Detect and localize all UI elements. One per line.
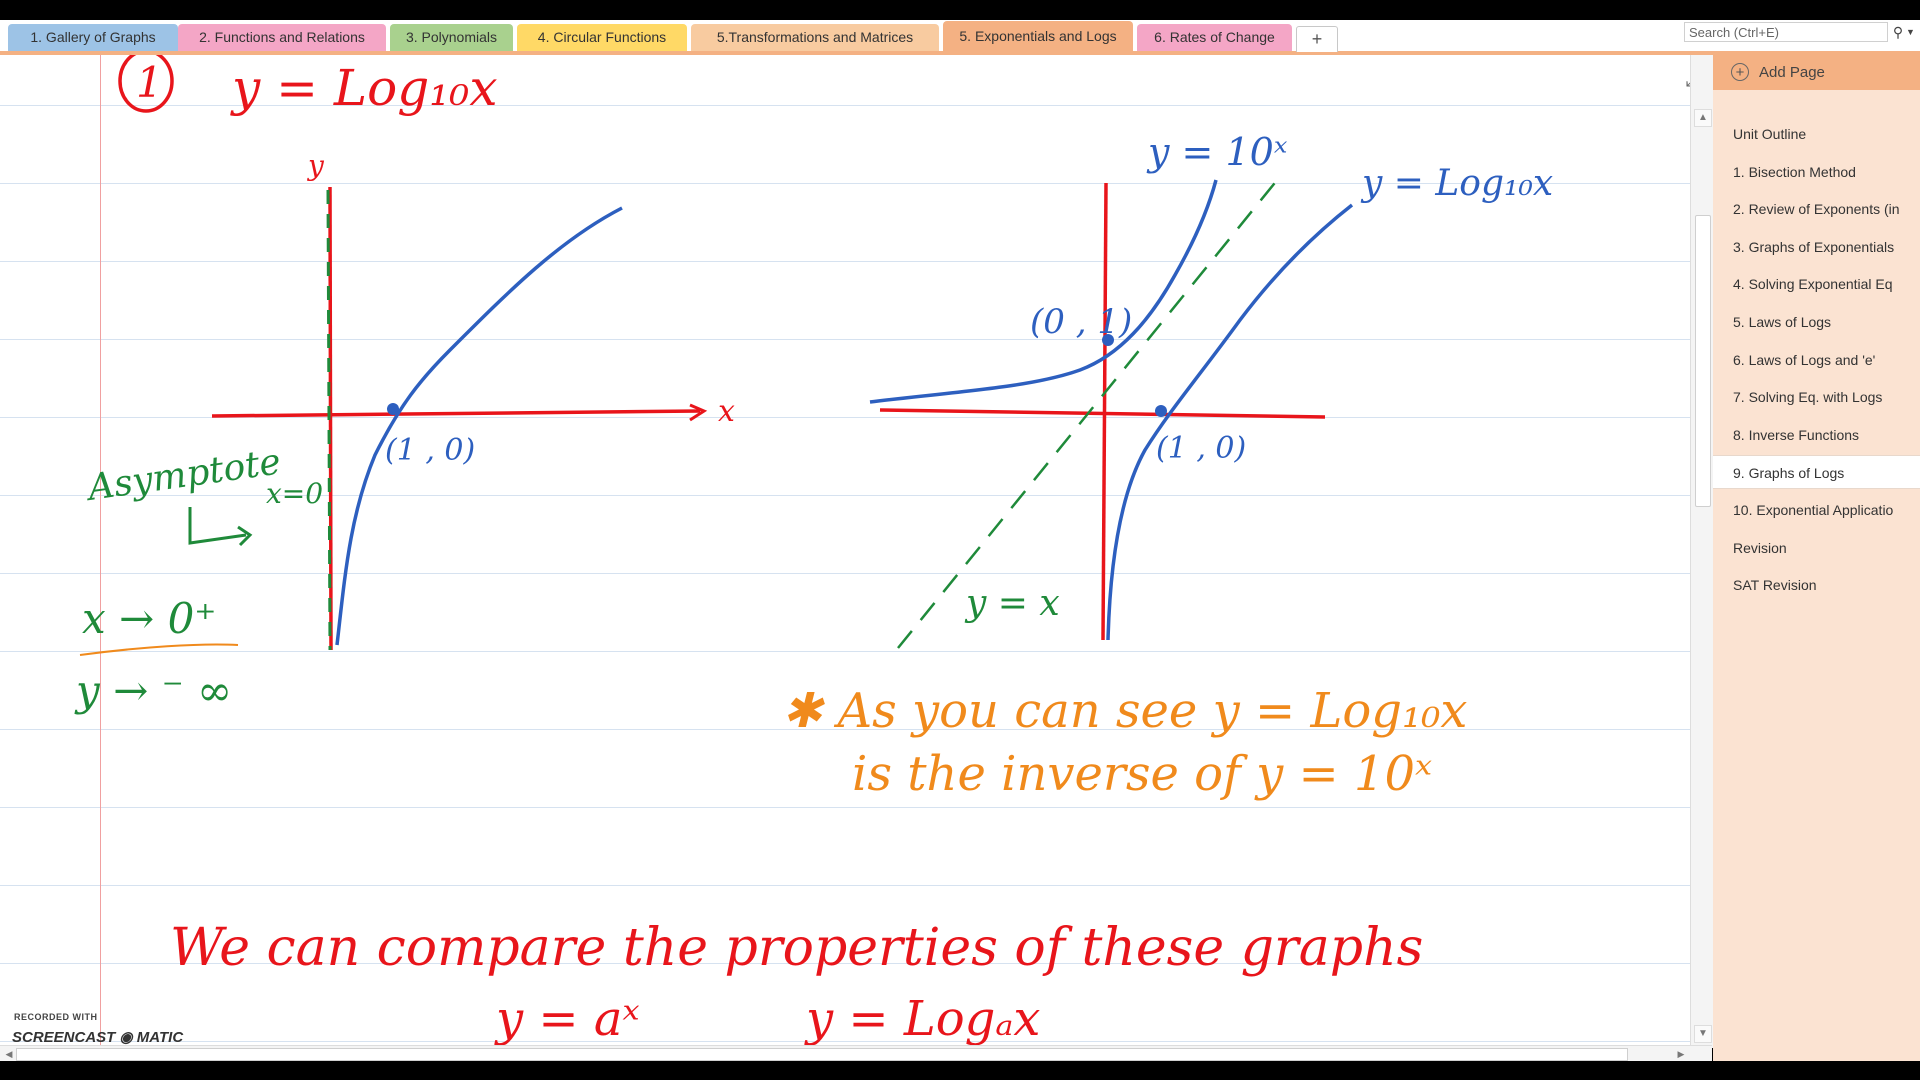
x-axis: [211, 409, 701, 418]
watermark-caption: RECORDED WITH: [14, 1012, 98, 1022]
section-tab-6[interactable]: 5. Exponentials and Logs: [943, 21, 1133, 52]
recorder-watermark: RECORDED WITH SCREENCAST ◉ MATIC: [12, 1008, 212, 1048]
y-axis-label: y: [306, 149, 325, 182]
watermark-logo: SCREENCAST ◉ MATIC: [12, 1029, 184, 1046]
title-equation: y = Log₁₀x: [230, 59, 498, 117]
section-tab-2[interactable]: 2. Functions and Relations: [178, 24, 386, 51]
page-item[interactable]: SAT Revision: [1713, 568, 1920, 602]
page-item[interactable]: 3. Graphs of Exponentials: [1713, 230, 1920, 264]
x-axis-label: x: [718, 394, 735, 429]
page-item[interactable]: 5. Laws of Logs: [1713, 305, 1920, 339]
compare-sentence: We can compare the properties of these g…: [170, 918, 1423, 978]
handwritten-ink-layer: 1 y = Log₁₀x x y (1 , 0) Asymptote x=0 x…: [74, 55, 1553, 1047]
point-1-0-right: [1155, 405, 1167, 417]
point-label-0-1: (0 , 1): [1030, 302, 1132, 342]
compare-equation-exp: y = aˣ: [494, 991, 640, 1047]
onenote-window: 1. Gallery of Graphs 2. Functions and Rel…: [0, 0, 1920, 1080]
scroll-right-icon[interactable]: ▶: [1674, 1047, 1688, 1061]
page-item[interactable]: 1. Bisection Method: [1713, 155, 1920, 189]
page-item[interactable]: 2. Review of Exponents (in: [1713, 192, 1920, 226]
scroll-up-icon[interactable]: ▲: [1694, 109, 1712, 127]
search-input[interactable]: Search (Ctrl+E): [1684, 22, 1888, 42]
horizontal-scroll-thumb[interactable]: [16, 1048, 1628, 1061]
page-list-panel: + Add Page Unit Outline 1. Bisection Meth…: [1713, 55, 1920, 1061]
line-y-equals-x: [897, 178, 1279, 649]
title-bar: [0, 0, 1920, 20]
page-item[interactable]: 4. Solving Exponential Eq: [1713, 267, 1920, 301]
asymptote-arrow: [188, 507, 247, 545]
page-item[interactable]: 7. Solving Eq. with Logs: [1713, 380, 1920, 414]
remark-line-1: ✱ As you can see y = Log₁₀x: [782, 683, 1468, 739]
right-y-axis: [1101, 182, 1108, 641]
page-item[interactable]: 8. Inverse Functions: [1713, 418, 1920, 452]
right-log-curve: [1106, 203, 1354, 641]
log-curve: [335, 206, 623, 646]
underline-mark: [79, 643, 239, 656]
asymptote-label: Asymptote: [83, 441, 284, 509]
bottom-bar: [0, 1061, 1920, 1080]
add-page-button[interactable]: + Add Page: [1713, 55, 1920, 90]
line-label: y = x: [964, 583, 1060, 624]
log-curve-label: y = Log₁₀x: [1360, 163, 1553, 204]
search-icon[interactable]: ⚲: [1888, 22, 1908, 42]
point-label-1-0: (1 , 0): [385, 433, 475, 468]
section-tab-4[interactable]: 4. Circular Functions: [517, 24, 687, 51]
exp-curve-label: y = 10ˣ: [1146, 130, 1288, 174]
point-label-1-0-right: (1 , 0): [1156, 431, 1246, 466]
horizontal-scrollbar[interactable]: ◀ ▶: [0, 1045, 1712, 1062]
scroll-left-icon[interactable]: ◀: [2, 1047, 16, 1061]
section-tab-1[interactable]: 1. Gallery of Graphs: [8, 24, 178, 51]
compare-equation-log: y = Logₐx: [804, 991, 1040, 1047]
search-scope-dropdown-icon[interactable]: ▼: [1906, 22, 1918, 42]
page-item[interactable]: 10. Exponential Applicatio: [1713, 493, 1920, 527]
add-page-label: Add Page: [1759, 64, 1825, 81]
scroll-down-icon[interactable]: ▼: [1694, 1025, 1712, 1043]
plus-circle-icon: +: [1731, 63, 1749, 81]
circled-number: 1: [136, 58, 163, 107]
vertical-scroll-thumb[interactable]: [1695, 215, 1711, 507]
section-tab-3[interactable]: 3. Polynomials: [390, 24, 513, 51]
limit-y: y → ⁻ ∞: [74, 666, 232, 715]
asymptote-equation: x=0: [266, 477, 323, 510]
section-tab-5[interactable]: 5.Transformations and Matrices: [691, 24, 939, 51]
section-tab-7[interactable]: 6. Rates of Change: [1137, 24, 1292, 51]
remark-line-2: is the inverse of y = 10ˣ: [852, 746, 1432, 802]
page-item[interactable]: 6. Laws of Logs and 'e': [1713, 343, 1920, 377]
exp-curve: [869, 179, 1218, 404]
page-item[interactable]: 9. Graphs of Logs: [1713, 455, 1920, 490]
point-1-0: [387, 403, 399, 415]
page-item[interactable]: Revision: [1713, 531, 1920, 565]
right-x-axis: [879, 408, 1326, 419]
note-page-canvas[interactable]: 1 y = Log₁₀x x y (1 , 0) Asymptote x=0 x…: [0, 55, 1690, 1048]
limit-x: x → 0⁺: [82, 594, 216, 643]
vertical-scrollbar[interactable]: ▲ ▼: [1690, 55, 1713, 1048]
page-item[interactable]: Unit Outline: [1713, 117, 1920, 151]
add-section-button[interactable]: +: [1296, 26, 1338, 52]
